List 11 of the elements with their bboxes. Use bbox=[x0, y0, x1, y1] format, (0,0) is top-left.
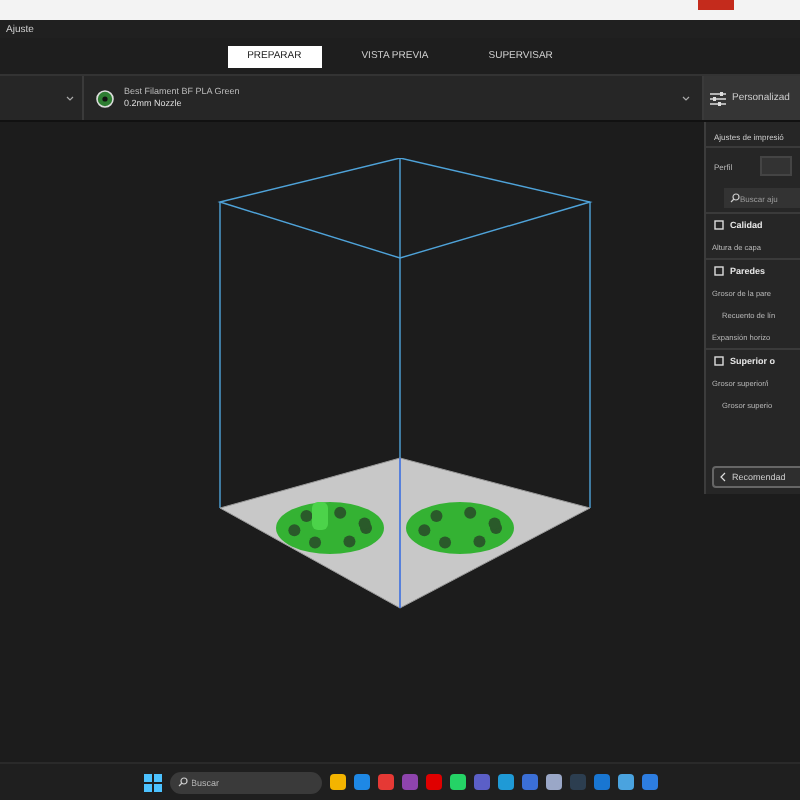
search-icon bbox=[177, 777, 187, 787]
section-icon bbox=[714, 356, 724, 366]
chevron-left-icon bbox=[720, 472, 726, 482]
section-icon bbox=[714, 220, 724, 230]
search-icon bbox=[730, 193, 740, 203]
windows-start-icon[interactable] bbox=[143, 773, 161, 791]
sliders-icon bbox=[710, 91, 726, 105]
chevron-down-icon bbox=[682, 95, 690, 101]
chevron-down-icon bbox=[66, 95, 74, 101]
spool-icon bbox=[96, 89, 114, 107]
section-icon bbox=[714, 266, 724, 276]
